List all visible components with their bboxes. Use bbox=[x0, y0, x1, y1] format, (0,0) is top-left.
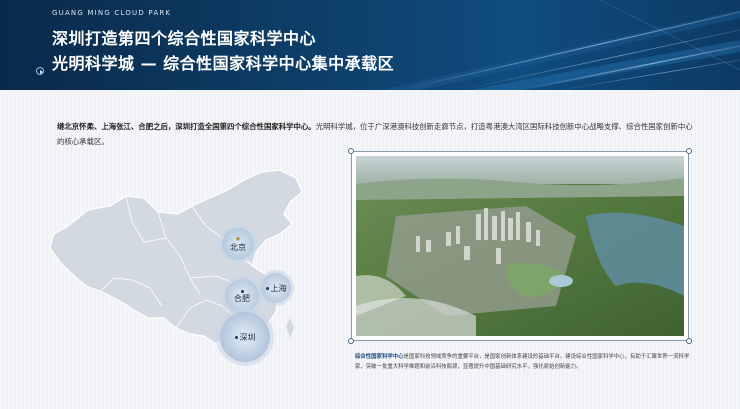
aerial-city-photo bbox=[356, 156, 684, 336]
resize-handle-top-left[interactable] bbox=[348, 148, 354, 154]
location-dot-icon bbox=[265, 286, 269, 290]
city-marker-beijing: ★ 北京 bbox=[222, 228, 254, 260]
intro-paragraph: 继北京怀柔、上海张江、合肥之后，深圳打造全国第四个综合性国家科学中心。光明科学城… bbox=[57, 119, 697, 149]
resize-handle-bottom-left[interactable] bbox=[348, 338, 354, 344]
caption-text: 是国家科技领域竞争的重要平台，是国家创新体系建设的基础平台。建设综合性国家科学中… bbox=[355, 354, 690, 370]
city-label-shanghai: 上海 bbox=[270, 283, 287, 293]
intro-bold-text: 继北京怀柔、上海张江、合肥之后，深圳打造全国第四个综合性国家科学中心。 bbox=[57, 122, 316, 131]
city-label-hefei: 合肥 bbox=[234, 293, 250, 303]
page-title-line2: 光明科学城 — 综合性国家科学中心集中承载区 bbox=[52, 54, 395, 73]
play-circle-icon bbox=[36, 67, 44, 75]
page: GUANG MING CLOUD PARK 深圳打造第四个综合性国家科学中心 光… bbox=[0, 0, 740, 409]
caption-bold-text: 综合性国家科学中心 bbox=[355, 354, 404, 360]
page-title-line1: 深圳打造第四个综合性国家科学中心 bbox=[52, 29, 317, 48]
city-marker-shanghai: 上海 bbox=[261, 273, 291, 303]
city-marker-hefei: 合肥 bbox=[225, 279, 259, 313]
resize-handle-top-right[interactable] bbox=[686, 148, 692, 154]
city-label-shenzhen: 深圳 bbox=[239, 332, 256, 342]
brand-label: GUANG MING CLOUD PARK bbox=[52, 9, 172, 17]
location-dot-icon bbox=[240, 289, 244, 293]
star-icon: ★ bbox=[234, 235, 242, 243]
china-map bbox=[49, 169, 303, 362]
photo-caption: 综合性国家科学中心是国家科技领域竞争的重要平台，是国家创新体系建设的基础平台。建… bbox=[355, 352, 695, 372]
city-label-beijing: 北京 bbox=[230, 243, 246, 252]
resize-handle-bottom-right[interactable] bbox=[686, 338, 692, 344]
city-marker-shenzhen: 深圳 bbox=[220, 312, 270, 362]
location-dot-icon bbox=[234, 335, 238, 339]
header-banner: GUANG MING CLOUD PARK 深圳打造第四个综合性国家科学中心 光… bbox=[0, 0, 740, 90]
